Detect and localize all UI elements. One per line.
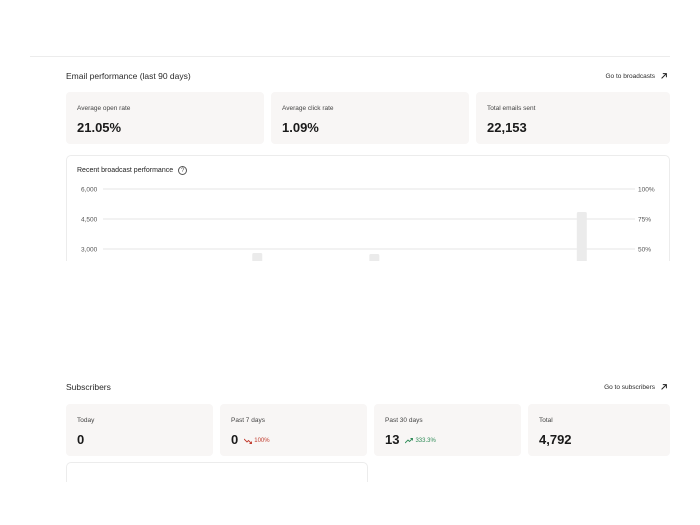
trend-up-badge: 333.3% [405, 438, 436, 444]
card-value: 1.09% [282, 120, 319, 135]
subscribers-past-7-days-card: Past 7 days 0 100% [220, 404, 367, 456]
card-label: Total emails sent [487, 105, 536, 112]
card-label: Total [539, 417, 553, 424]
y-left-tick-label: 4,500 [81, 217, 98, 224]
card-value: 0 100% [231, 432, 270, 447]
broadcast-bar[interactable] [369, 254, 380, 261]
go-to-subscribers-link[interactable]: Go to subscribers [604, 383, 668, 391]
subscribers-total-card: Total 4,792 [528, 404, 670, 456]
card-value: 4,792 [539, 432, 572, 447]
trend-up-icon [405, 438, 414, 444]
subscribers-title: Subscribers [66, 382, 111, 392]
go-to-subscribers-label: Go to subscribers [604, 383, 655, 391]
average-open-rate-card: Average open rate 21.05% [66, 92, 264, 144]
go-to-broadcasts-label: Go to broadcasts [605, 72, 656, 80]
y-right-tick-label: 50% [638, 247, 651, 254]
y-left-tick-label: 3,000 [81, 247, 98, 254]
arrow-up-right-icon [661, 73, 667, 79]
recent-broadcast-chart-panel: Recent broadcast performance ? 6,000 100%… [66, 155, 670, 261]
card-value: 13 333.3% [385, 432, 436, 447]
y-right-tick-label: 100% [638, 187, 655, 194]
total-emails-sent-card: Total emails sent 22,153 [476, 92, 670, 144]
arrow-up-right-icon [661, 384, 667, 390]
card-value: 22,153 [487, 120, 527, 135]
card-label: Past 30 days [385, 417, 423, 424]
y-left-tick-label: 6,000 [81, 187, 98, 194]
subscribers-past-30-days-card: Past 30 days 13 333.3% [374, 404, 521, 456]
average-click-rate-card: Average click rate 1.09% [271, 92, 469, 144]
subscribers-chart-panel [66, 462, 368, 482]
subscribers-header: Subscribers Go to subscribers [66, 382, 668, 392]
value-text: 4,792 [539, 432, 572, 447]
email-performance-title: Email performance (last 90 days) [66, 71, 191, 81]
card-label: Today [77, 417, 95, 424]
subscribers-today-card: Today 0 [66, 404, 213, 456]
value-text: 0 [77, 432, 85, 447]
go-to-broadcasts-link[interactable]: Go to broadcasts [606, 72, 669, 80]
card-value: 0 [77, 432, 84, 447]
card-value: 21.05% [77, 120, 122, 135]
trend-down-icon [244, 438, 253, 444]
card-label: Average click rate [282, 105, 334, 112]
email-performance-header: Email performance (last 90 days) Go to b… [66, 71, 668, 81]
value-text: 13 [385, 432, 400, 447]
card-label: Average open rate [77, 105, 131, 112]
broadcast-chart: 6,000 100% 4,500 75% 3,000 50% [81, 187, 655, 261]
top-divider [30, 56, 670, 57]
card-label: Past 7 days [231, 417, 265, 424]
trend-value: 100% [254, 438, 270, 444]
trend-down-badge: 100% [244, 438, 270, 444]
broadcast-bar[interactable] [252, 253, 263, 261]
value-text: 0 [231, 432, 239, 447]
y-right-tick-label: 75% [638, 217, 651, 224]
broadcast-bar[interactable] [576, 212, 587, 261]
trend-value: 333.3% [415, 438, 436, 444]
